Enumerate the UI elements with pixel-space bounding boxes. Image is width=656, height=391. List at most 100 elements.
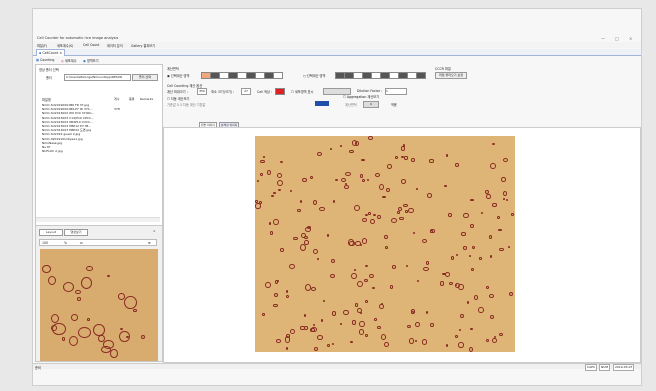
- toolbar: ▦ Counting ◎ 세포계수 ◉ 영역보기: [33, 57, 641, 63]
- cell-mark: [75, 289, 82, 295]
- folder-path-input[interactable]: C:\Users\Malcoge\NiCountApp\RESUR: [64, 74, 131, 81]
- tab-image-view[interactable]: 영상보기: [64, 229, 88, 236]
- region-view-label: 영역보기: [86, 59, 99, 63]
- zoom-value[interactable]: 100: [42, 241, 48, 245]
- cell-mark: [462, 246, 467, 250]
- cell-mark: [468, 254, 472, 258]
- cell-mark: [425, 311, 429, 315]
- cell-mark: [459, 313, 464, 319]
- cell-mark: [374, 318, 377, 321]
- cell-mark: [297, 209, 301, 212]
- cell-mark: [62, 336, 66, 341]
- minimize-button[interactable]: —: [601, 36, 605, 41]
- cell-mark: [486, 194, 491, 199]
- tab-layout[interactable]: Layout: [39, 229, 63, 236]
- cell-mark: [86, 266, 93, 271]
- cell-mark: [445, 271, 451, 277]
- region-swatch[interactable]: [273, 72, 283, 79]
- menu-cellcount-ko[interactable]: 세포계수(S): [57, 43, 73, 48]
- cell-mark: [360, 158, 365, 162]
- cell-mark: [343, 185, 349, 189]
- zoom-unit: %: [64, 241, 68, 245]
- min-size-input[interactable]: 350: [197, 88, 207, 95]
- cell-mark: [401, 146, 405, 151]
- maximize-button[interactable]: □: [615, 36, 619, 41]
- dilution-input[interactable]: 1: [385, 88, 407, 95]
- cell-mark: [361, 178, 365, 183]
- cell-mark: [367, 178, 370, 181]
- cell-mark: [375, 172, 381, 178]
- application-window: Cell Counter for automatic rice image an…: [32, 8, 642, 386]
- cell-mark: [448, 281, 454, 286]
- result-label: 계산면적: [345, 103, 357, 107]
- cell-mark: [474, 295, 479, 300]
- cell-mark: [345, 172, 351, 177]
- cell-mark: [492, 203, 497, 207]
- menu-cell-count[interactable]: Cell Count: [83, 43, 99, 47]
- counting-button[interactable]: ▦ Counting: [36, 58, 54, 62]
- cell-mark: [446, 344, 449, 347]
- cell-mark: [492, 337, 497, 343]
- cell-mark: [485, 285, 490, 289]
- cell-mark: [276, 280, 279, 283]
- cell-mark: [510, 212, 515, 216]
- cell-mark: [255, 203, 261, 209]
- cell-mark: [71, 314, 79, 321]
- cell-mark: [260, 159, 265, 164]
- cell-mark: [343, 309, 349, 316]
- cell-mark: [489, 162, 496, 170]
- cell-mark: [276, 172, 282, 178]
- cell-mark: [499, 247, 504, 251]
- region-swatch[interactable]: [416, 72, 426, 79]
- aggregation-checkbox[interactable]: ☐ Aggregation 계산보기: [343, 94, 379, 99]
- cell-mark: [351, 139, 358, 146]
- cell-mark: [77, 326, 92, 338]
- fit-icon[interactable]: ⊡: [80, 241, 83, 245]
- cell-color-swatch[interactable]: [275, 88, 285, 95]
- close-icon[interactable]: ×: [153, 229, 156, 233]
- cell-mark: [373, 213, 376, 216]
- cell-mark: [489, 255, 493, 258]
- cell-mark: [311, 287, 316, 291]
- folder-select-button[interactable]: 폴더 선택: [132, 74, 158, 81]
- cell-mark: [486, 338, 490, 343]
- menu-gallery[interactable]: Gallery 결과보기: [131, 43, 155, 48]
- horizontal-scrollbar[interactable]: [36, 217, 160, 222]
- dilution-label: Dilution Factor :: [357, 89, 383, 93]
- main-microscope-image[interactable]: [255, 136, 515, 352]
- zoom-in-icon[interactable]: ⊕: [148, 241, 151, 245]
- load-file-button[interactable]: 파일 불러오기 보정: [435, 72, 467, 79]
- cell-mark: [300, 325, 305, 331]
- region-view-button[interactable]: ◉ 영역보기: [83, 58, 99, 63]
- cell-mark: [383, 341, 389, 347]
- menu-file[interactable]: 파일(F): [37, 43, 47, 48]
- cell-mark: [412, 231, 415, 235]
- close-icon[interactable]: ×: [59, 51, 62, 55]
- menu-data-analysis[interactable]: 데이터 분석: [107, 43, 123, 48]
- view-cells-checkbox[interactable]: ☐ 세포영역 표시: [291, 89, 313, 94]
- file-list-item[interactable]: NUFLOC 2.jpg: [42, 149, 63, 153]
- cell-mark: [140, 334, 146, 340]
- cell-mark: [400, 179, 406, 184]
- close-button[interactable]: ×: [629, 36, 632, 41]
- aggregation-color-swatch[interactable]: [315, 101, 329, 106]
- cell-mark: [429, 159, 434, 163]
- column-count: 개수: [114, 97, 120, 101]
- cell-mark: [42, 264, 51, 273]
- cell-mark: [272, 303, 278, 308]
- cellcount-button[interactable]: ◎ 세포계수: [61, 58, 77, 63]
- cell-mark: [362, 238, 368, 244]
- cell-color-label: Cell 색상 :: [257, 90, 272, 94]
- cell-mark: [458, 342, 465, 348]
- auto-calc-checkbox[interactable]: ☐ 자동 계산보기: [167, 96, 189, 101]
- cell-mark: [87, 317, 91, 321]
- cell-mark: [278, 188, 282, 191]
- tab-cellcount[interactable]: ▪ CellCount ×: [36, 49, 66, 56]
- apply-button[interactable]: 적용: [391, 102, 397, 107]
- max-size-input[interactable]: 27: [241, 88, 251, 95]
- cell-mark: [505, 198, 509, 202]
- region-option-2[interactable]: ○ 선택계산 영역: [303, 73, 325, 78]
- region-option-1[interactable]: ◉ 선택계산 영역: [167, 73, 189, 78]
- preview-image[interactable]: [40, 249, 158, 361]
- max-size-label: 최소 크기(크기) :: [211, 90, 235, 94]
